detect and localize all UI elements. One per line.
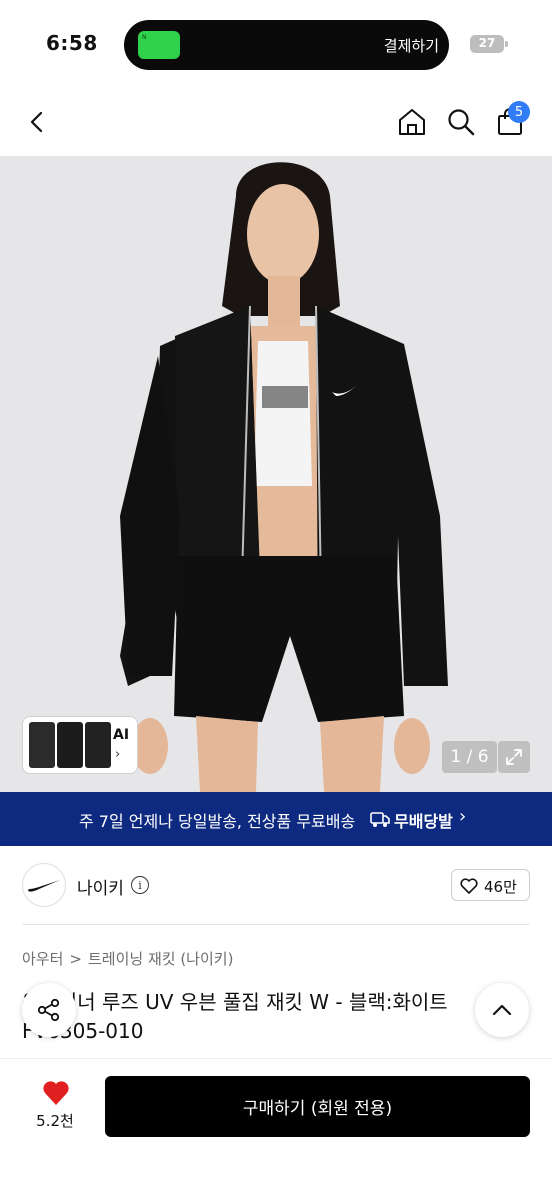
brand-logo[interactable] bbox=[22, 863, 66, 907]
breadcrumb-category[interactable]: 아우터 bbox=[22, 950, 63, 968]
expand-button[interactable] bbox=[498, 741, 530, 773]
heart-filled-icon bbox=[43, 1081, 69, 1105]
home-button[interactable] bbox=[392, 102, 432, 142]
chevron-right-icon: › bbox=[459, 806, 467, 827]
buy-button[interactable]: 구매하기 (회원 전용) bbox=[105, 1076, 530, 1137]
chevron-up-icon bbox=[492, 1004, 512, 1016]
breadcrumb-subcategory[interactable]: 트레이닝 재킷 (나이키) bbox=[88, 950, 233, 968]
search-button[interactable] bbox=[441, 102, 481, 142]
divider bbox=[22, 924, 530, 925]
product-title: 윈드러너 루즈 UV 우븐 풀집 재킷 W - 블랙:화이트 bbox=[22, 990, 448, 1014]
home-icon bbox=[399, 109, 425, 135]
share-icon bbox=[37, 998, 60, 1022]
image-pager: 1 / 6 bbox=[442, 741, 497, 773]
thumbnail-2[interactable] bbox=[57, 722, 83, 768]
status-bar: 6:58 N 결제하기 27 bbox=[0, 0, 552, 90]
chevron-right-icon: › bbox=[115, 747, 121, 762]
wishlist-count: 5.2천 bbox=[36, 1112, 74, 1130]
island-app-icon: N bbox=[138, 31, 180, 59]
thumbnail-3[interactable] bbox=[85, 722, 111, 768]
brand-name[interactable]: 나이키 bbox=[77, 874, 124, 899]
expand-icon bbox=[506, 749, 522, 765]
share-button[interactable] bbox=[22, 983, 76, 1037]
cart-count-badge: 5 bbox=[508, 101, 530, 123]
status-time: 6:58 bbox=[46, 31, 98, 55]
top-nav bbox=[0, 90, 552, 156]
scroll-top-button[interactable] bbox=[475, 983, 529, 1037]
ai-related-thumbnails[interactable]: AI › bbox=[22, 716, 138, 774]
heart-outline-icon bbox=[460, 878, 478, 894]
breadcrumb: 아우터 > 트레이닝 재킷 (나이키) bbox=[22, 948, 233, 969]
battery-tip bbox=[505, 41, 508, 47]
breadcrumb-separator: > bbox=[69, 950, 82, 968]
ai-label: AI bbox=[113, 727, 130, 743]
battery-level: 27 bbox=[478, 36, 496, 50]
search-icon bbox=[448, 109, 475, 136]
banner-brand: 무배당발 bbox=[394, 812, 453, 831]
thumbnail-1[interactable] bbox=[29, 722, 55, 768]
product-image-carousel[interactable] bbox=[0, 156, 552, 792]
info-icon[interactable]: i bbox=[131, 876, 149, 894]
shipping-promo-banner[interactable]: 주 7일 언제나 당일발송, 전상품 무료배송 무배당발 › bbox=[0, 792, 552, 846]
back-icon bbox=[30, 111, 43, 133]
product-photo bbox=[0, 156, 552, 792]
nike-swoosh-icon bbox=[28, 880, 60, 892]
island-label: 결제하기 bbox=[383, 37, 439, 55]
back-button[interactable] bbox=[18, 102, 58, 142]
battery-icon: 27 bbox=[470, 35, 504, 53]
brand-like-button[interactable]: 46만 bbox=[451, 869, 530, 901]
dynamic-island[interactable]: N 결제하기 bbox=[124, 20, 449, 70]
truck-icon bbox=[370, 812, 390, 827]
banner-text: 주 7일 언제나 당일발송, 전상품 무료배송 bbox=[79, 812, 356, 831]
brand-like-count: 46만 bbox=[484, 878, 517, 896]
wishlist-button[interactable]: 5.2천 bbox=[22, 1078, 88, 1138]
